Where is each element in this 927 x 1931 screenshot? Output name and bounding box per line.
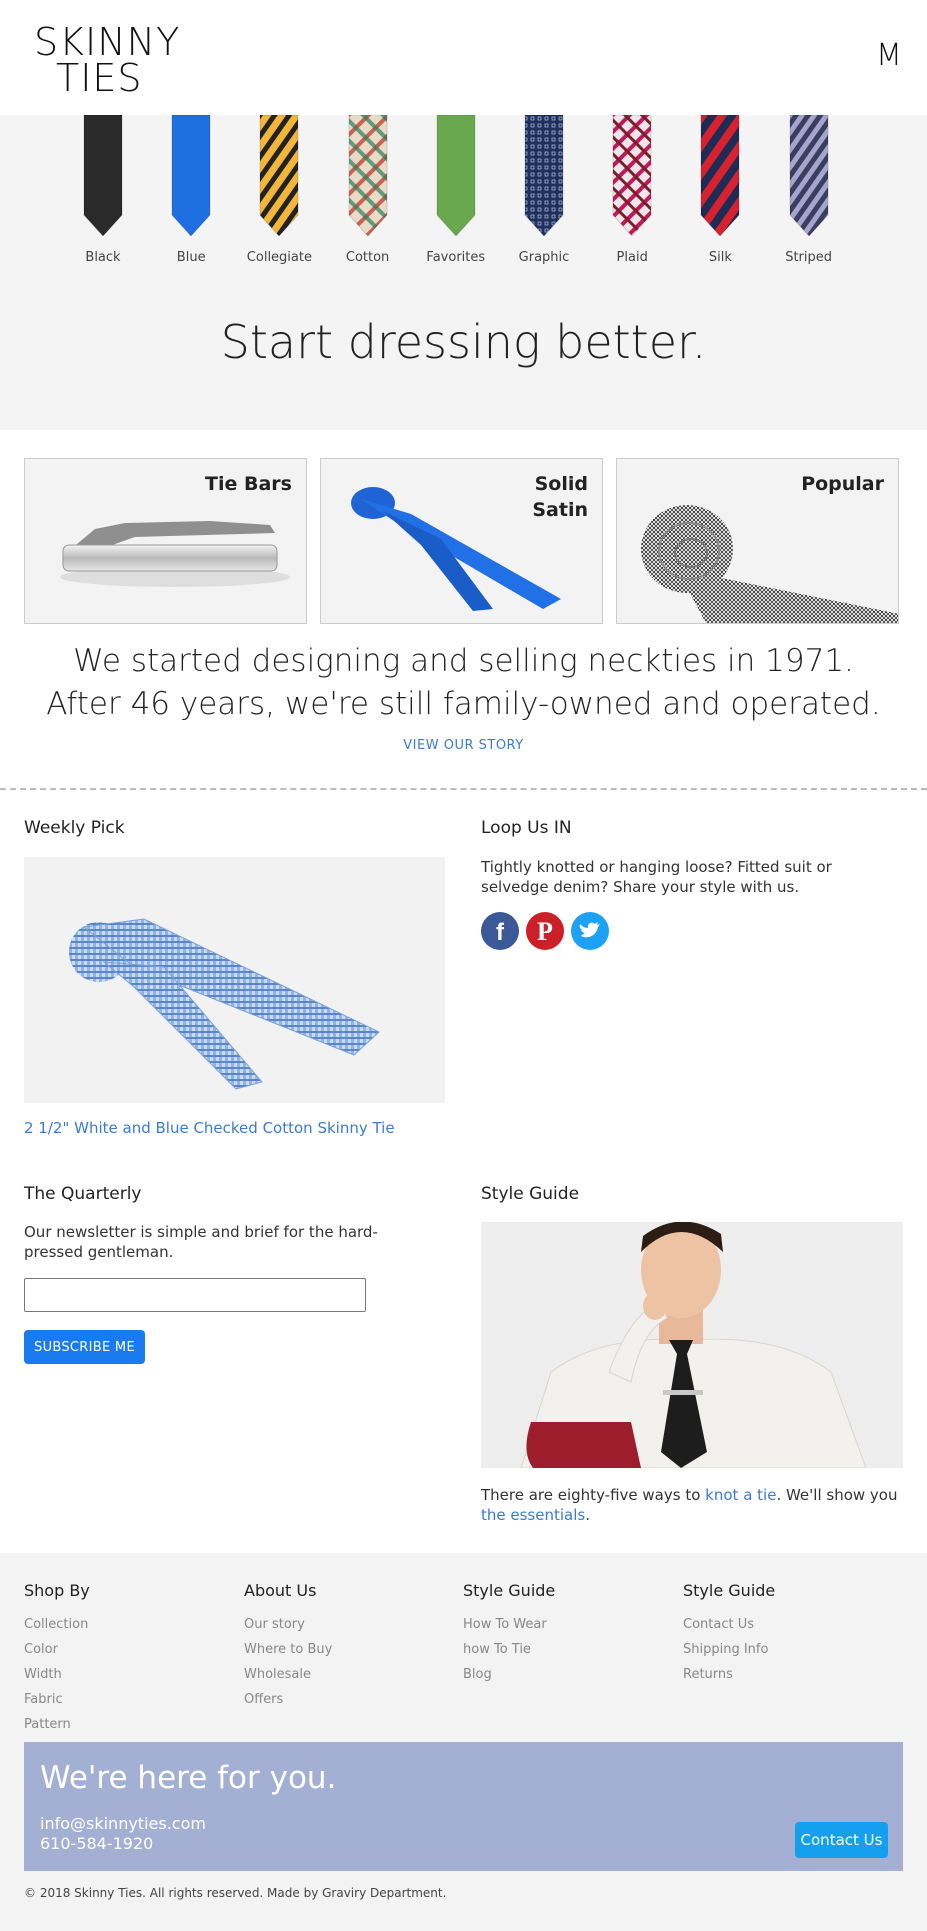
twitter-icon[interactable] <box>571 912 609 950</box>
story-line-1: We started designing and selling necktie… <box>73 643 854 679</box>
section-divider <box>0 788 927 790</box>
tie-plaid-icon <box>612 115 652 236</box>
footer-link-our-story[interactable]: Our story <box>244 1612 332 1637</box>
hero-section: Black Blue Collegiate Cotton Favorites Graphi… <box>0 115 927 430</box>
tie-graphic-icon <box>524 115 564 236</box>
man-in-tie-image <box>520 1222 867 1468</box>
style-guide-text-end: . <box>585 1506 590 1524</box>
skinny-ties-logo[interactable]: SKINNY TIES <box>34 20 179 100</box>
weekly-pick-product-link[interactable]: 2 1/2" White and Blue Checked Cotton Ski… <box>24 1119 395 1137</box>
category-title: Popular <box>801 473 884 495</box>
tie-category-blue[interactable]: Blue <box>147 115 235 265</box>
tie-label: Plaid <box>616 250 648 265</box>
tie-silk-icon <box>700 115 740 236</box>
footer-column-shop-by: Shop By Collection Color Width Fabric Pa… <box>24 1581 90 1737</box>
pinterest-icon[interactable]: P <box>526 912 564 950</box>
facebook-icon[interactable]: f <box>481 912 519 950</box>
tie-label: Blue <box>176 250 206 265</box>
quarterly-title: The Quarterly <box>24 1184 142 1204</box>
story-line-2: After 46 years, we're still family-owned… <box>46 686 881 722</box>
footer-link-width[interactable]: Width <box>24 1662 90 1687</box>
footer-link-pattern[interactable]: Pattern <box>24 1712 90 1737</box>
footer-column-style-guide: Style Guide How To Wear how To Tie Blog <box>463 1581 555 1687</box>
footer-link-blog[interactable]: Blog <box>463 1662 555 1687</box>
tie-category-black[interactable]: Black <box>59 115 147 265</box>
tie-category-plaid[interactable]: Plaid <box>588 115 676 265</box>
style-guide-title: Style Guide <box>481 1184 580 1204</box>
weekly-pick-image[interactable] <box>24 857 445 1103</box>
category-card-tie-bars[interactable]: Tie Bars <box>24 458 307 624</box>
tie-collegiate-icon <box>259 115 299 236</box>
view-our-story-link[interactable]: VIEW OUR STORY <box>403 738 523 753</box>
svg-text:P: P <box>537 917 553 946</box>
loop-us-in-title: Loop Us IN <box>481 818 572 838</box>
logo-line-2: TIES <box>56 56 143 100</box>
copyright-text: © 2018 Skinny Ties. All rights reserved.… <box>24 1886 447 1900</box>
tie-category-collegiate[interactable]: Collegiate <box>235 115 323 265</box>
footer-heading: About Us <box>244 1581 317 1600</box>
menu-button[interactable]: M <box>876 38 902 73</box>
footer-link-offers[interactable]: Offers <box>244 1687 332 1712</box>
style-guide-text-middle: . We'll show you <box>776 1486 898 1504</box>
hero-title: Start dressing better. <box>220 315 707 369</box>
footer-link-collection[interactable]: Collection <box>24 1612 90 1637</box>
footer-column-about-us: About Us Our story Where to Buy Wholesal… <box>244 1581 332 1712</box>
tie-striped-icon <box>789 115 829 236</box>
story-section: We started designing and selling necktie… <box>0 640 927 753</box>
tie-label: Favorites <box>426 250 486 265</box>
tie-label: Striped <box>785 250 832 265</box>
loop-us-in-text: Tightly knotted or hanging loose? Fitted… <box>481 858 832 896</box>
footer-link-fabric[interactable]: Fabric <box>24 1687 90 1712</box>
contact-us-button[interactable]: Contact Us <box>795 1822 888 1858</box>
tie-label: Collegiate <box>246 250 312 265</box>
tie-favorites-icon <box>436 115 476 236</box>
contact-phone[interactable]: 610-584-1920 <box>40 1834 153 1853</box>
tie-label: Black <box>85 250 121 265</box>
tie-label: Graphic <box>518 250 570 265</box>
category-title: Solid Satin <box>532 473 588 521</box>
weekly-pick-title: Weekly Pick <box>24 818 125 838</box>
svg-text:f: f <box>496 919 505 946</box>
contact-email[interactable]: info@skinnyties.com <box>40 1814 206 1833</box>
quarterly-text: Our newsletter is simple and brief for t… <box>24 1223 378 1261</box>
footer-link-how-to-wear[interactable]: How To Wear <box>463 1612 555 1637</box>
footer-column-support: Style Guide Contact Us Shipping Info Ret… <box>683 1581 775 1687</box>
style-guide-text: There are eighty-five ways to knot a tie… <box>481 1485 906 1525</box>
subscribe-button[interactable]: SUBSCRIBE ME <box>24 1330 145 1364</box>
site-header: SKINNY TIES M <box>0 0 927 115</box>
tie-category-graphic[interactable]: Graphic <box>500 115 588 265</box>
tie-label: Cotton <box>345 250 390 265</box>
the-essentials-link[interactable]: the essentials <box>481 1506 585 1524</box>
checked-tie-image <box>69 918 380 1090</box>
site-footer: Shop By Collection Color Width Fabric Pa… <box>0 1553 927 1931</box>
footer-link-how-to-tie[interactable]: how To Tie <box>463 1637 555 1662</box>
newsletter-email-input[interactable] <box>24 1278 366 1312</box>
tie-cotton-icon <box>348 115 388 236</box>
category-card-solid-satin[interactable]: Solid Satin <box>320 458 603 624</box>
footer-link-returns[interactable]: Returns <box>683 1662 775 1687</box>
category-card-popular[interactable]: Popular <box>616 458 899 624</box>
footer-link-shipping-info[interactable]: Shipping Info <box>683 1637 775 1662</box>
footer-link-contact-us[interactable]: Contact Us <box>683 1612 775 1637</box>
footer-link-color[interactable]: Color <box>24 1637 90 1662</box>
tie-category-silk[interactable]: Silk <box>676 115 764 265</box>
tie-black-icon <box>83 115 123 236</box>
tie-category-favorites[interactable]: Favorites <box>412 115 500 265</box>
footer-heading: Style Guide <box>463 1581 556 1600</box>
tie-category-striped[interactable]: Striped <box>765 115 853 265</box>
category-title: Tie Bars <box>205 473 292 495</box>
contact-title: We're here for you. <box>40 1760 337 1796</box>
knot-a-tie-link[interactable]: knot a tie <box>705 1486 776 1504</box>
tie-category-cotton[interactable]: Cotton <box>324 115 412 265</box>
footer-heading: Style Guide <box>683 1581 776 1600</box>
style-guide-image[interactable] <box>481 1222 903 1468</box>
tie-label: Silk <box>708 250 732 265</box>
contact-box: We're here for you. info@skinnyties.com … <box>24 1742 903 1871</box>
style-guide-text-start: There are eighty-five ways to <box>481 1486 706 1504</box>
footer-link-where-to-buy[interactable]: Where to Buy <box>244 1637 332 1662</box>
footer-link-wholesale[interactable]: Wholesale <box>244 1662 332 1687</box>
footer-heading: Shop By <box>24 1581 90 1600</box>
tie-blue-icon <box>171 115 211 236</box>
